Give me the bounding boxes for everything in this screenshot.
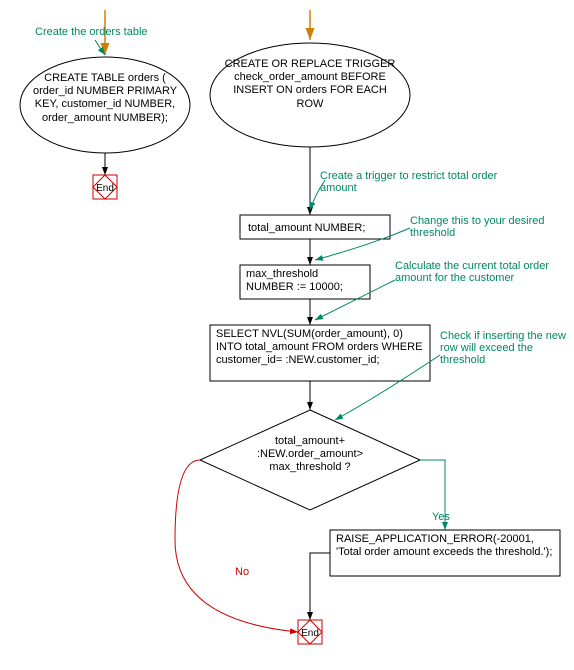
annotation-threshold: Change this to your desired threshold: [410, 215, 560, 239]
node-end-2: End: [298, 620, 322, 644]
label-yes: Yes: [432, 511, 450, 523]
text-total-amount-decl: total_amount NUMBER;: [248, 222, 365, 234]
text-trigger: CREATE OR REPLACE TRIGGER check_order_am…: [222, 58, 398, 111]
node-end-1: End: [93, 175, 117, 199]
annotation-create-table: Create the orders table: [35, 26, 148, 38]
arrow-raise-to-end: [310, 553, 330, 620]
text-select: SELECT NVL(SUM(order_amount), 0) INTO to…: [216, 328, 424, 368]
text-decision: total_amount+ :NEW.order_amount> max_thr…: [240, 435, 380, 475]
annotation-check: Check if inserting the new row will exce…: [440, 330, 570, 366]
text-end2: End: [301, 628, 319, 639]
annotation-calc: Calculate the current total order amount…: [395, 260, 565, 284]
text-raise-error: RAISE_APPLICATION_ERROR(-20001, 'Total o…: [336, 533, 554, 559]
text-create-table: CREATE TABLE orders ( order_id NUMBER PR…: [30, 72, 180, 125]
annotation-arrow-create-table: [95, 40, 105, 55]
text-max-threshold: max_threshold NUMBER := 10000;: [246, 268, 366, 294]
annotation-create-trigger: Create a trigger to restrict total order…: [320, 170, 500, 194]
label-no: No: [235, 566, 249, 578]
text-end1: End: [96, 183, 114, 194]
